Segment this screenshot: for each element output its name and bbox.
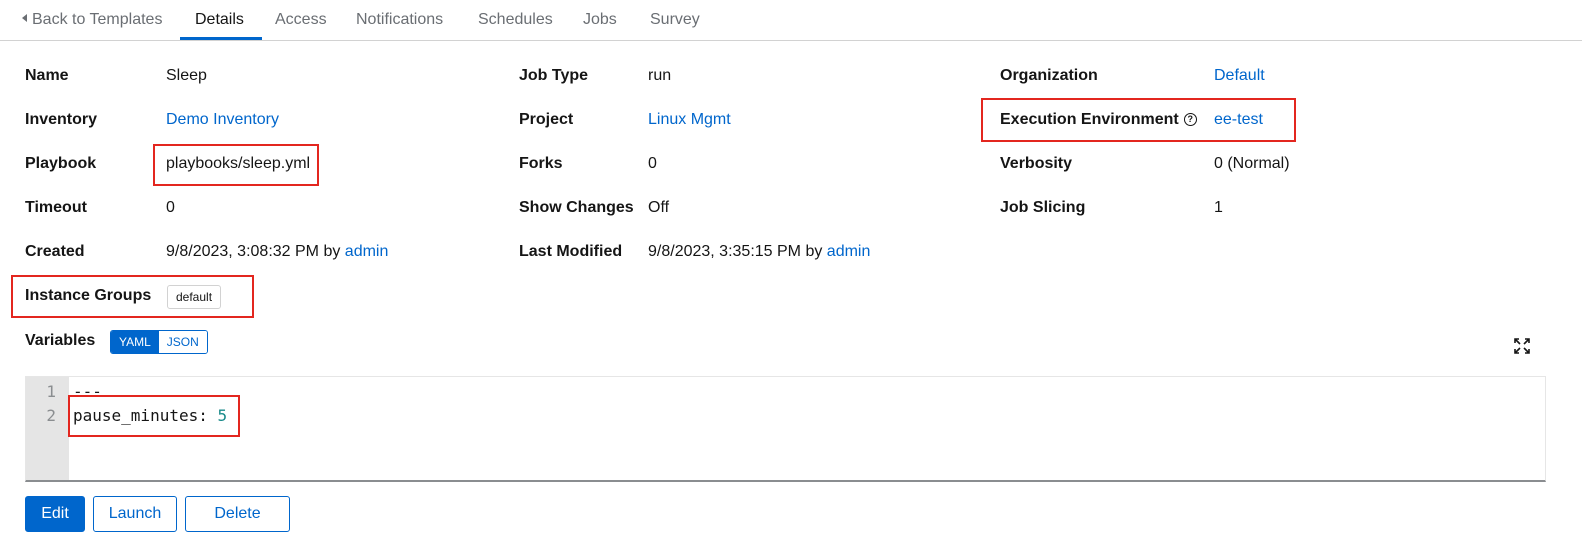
instance-groups-label: Instance Groups: [25, 287, 152, 304]
tab-details[interactable]: Details: [195, 0, 244, 40]
json-toggle-button[interactable]: JSON: [158, 331, 207, 353]
created-by-user-link[interactable]: admin: [345, 243, 389, 260]
job-slicing-label: Job Slicing: [1000, 199, 1086, 216]
inventory-link[interactable]: Demo Inventory: [166, 111, 279, 129]
code-key: pause_minutes:: [73, 406, 218, 425]
last-modified-label: Last Modified: [519, 243, 623, 260]
last-modified-value: 9/8/2023, 3:35:15 PM by admin: [648, 243, 870, 261]
job-slicing-value: 1: [1214, 199, 1223, 216]
code-text: ---: [73, 382, 102, 401]
timeout-label: Timeout: [25, 199, 87, 216]
code-number-value: 5: [217, 406, 228, 425]
back-to-templates-link[interactable]: Back to Templates: [22, 0, 162, 40]
last-modified-timestamp: 9/8/2023, 3:35:15 PM by: [648, 243, 823, 260]
project-link[interactable]: Linux Mgmt: [648, 111, 731, 129]
playbook-label: Playbook: [25, 155, 97, 172]
variables-code-editor[interactable]: 1 2 --- pause_minutes: 5: [25, 376, 1546, 482]
help-icon[interactable]: ?: [1183, 113, 1197, 126]
execution-environment-label-text: Execution Environment: [1000, 111, 1179, 128]
code-line: ---: [73, 382, 102, 401]
organization-link[interactable]: Default: [1214, 67, 1265, 85]
variables-format-toggle: YAML JSON: [110, 330, 208, 354]
created-timestamp: 9/8/2023, 3:08:32 PM by: [166, 243, 341, 260]
code-line: pause_minutes: 5: [73, 406, 227, 425]
tab-access[interactable]: Access: [275, 0, 327, 40]
yaml-toggle-button[interactable]: YAML: [111, 331, 159, 353]
modified-by-user-link[interactable]: admin: [827, 243, 871, 260]
tab-bar: Back to Templates Details Access Notific…: [0, 0, 1582, 41]
created-value: 9/8/2023, 3:08:32 PM by admin: [166, 243, 388, 261]
execution-environment-label: Execution Environment?: [1000, 111, 1197, 129]
tab-notifications[interactable]: Notifications: [356, 0, 443, 40]
name-value: Sleep: [166, 67, 207, 84]
instance-group-chip: default: [167, 285, 222, 309]
forks-value: 0: [648, 155, 657, 172]
caret-left-icon: [22, 14, 27, 22]
created-label: Created: [25, 243, 85, 260]
project-label: Project: [519, 111, 574, 128]
playbook-value: playbooks/sleep.yml: [166, 155, 311, 172]
tab-jobs[interactable]: Jobs: [583, 0, 617, 40]
tab-survey[interactable]: Survey: [650, 0, 700, 40]
expand-icon[interactable]: [1514, 338, 1530, 354]
job-type-label: Job Type: [519, 67, 589, 84]
delete-button[interactable]: Delete: [185, 496, 290, 532]
tab-schedules[interactable]: Schedules: [478, 0, 553, 40]
inventory-label: Inventory: [25, 111, 98, 128]
forks-label: Forks: [519, 155, 563, 172]
launch-button[interactable]: Launch: [93, 496, 177, 532]
variables-label: Variables: [25, 332, 96, 349]
line-number: 1: [46, 382, 56, 401]
show-changes-value: Off: [648, 199, 670, 216]
show-changes-label: Show Changes: [519, 199, 634, 216]
execution-environment-link[interactable]: ee-test: [1214, 111, 1263, 129]
line-number: 2: [46, 406, 56, 425]
verbosity-label: Verbosity: [1000, 155, 1073, 172]
job-type-value: run: [648, 67, 672, 84]
active-tab-indicator: [180, 37, 262, 40]
back-label: Back to Templates: [32, 11, 163, 28]
edit-button[interactable]: Edit: [25, 496, 85, 532]
name-label: Name: [25, 67, 69, 84]
verbosity-value: 0 (Normal): [1214, 155, 1290, 172]
timeout-value: 0: [166, 199, 175, 216]
organization-label: Organization: [1000, 67, 1098, 84]
